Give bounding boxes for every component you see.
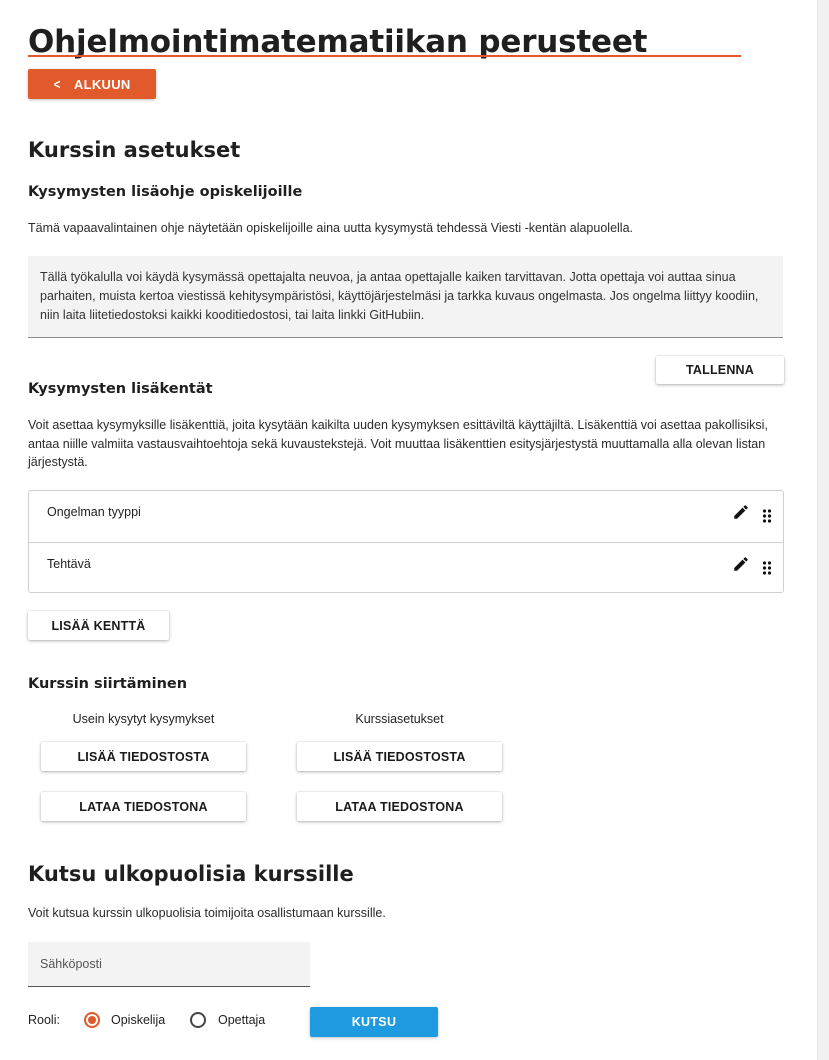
fields-list: Ongelman tyyppi Tehtävä: [28, 490, 784, 593]
faq-import-button[interactable]: LISÄÄ TIEDOSTOSTA: [41, 742, 246, 771]
fields-heading: Kysymysten lisäkentät: [28, 381, 213, 397]
settings-heading: Kurssin asetukset: [28, 138, 241, 162]
save-instructions-button[interactable]: TALLENNA: [656, 356, 784, 384]
role-label-student: Opiskelija: [111, 1013, 166, 1027]
invite-description: Voit kutsua kurssin ulkopuolisia toimijo…: [28, 906, 386, 920]
field-name: Tehtävä: [47, 557, 91, 571]
role-radio-teacher[interactable]: [190, 1012, 206, 1028]
back-button-label: ALKUUN: [73, 76, 131, 92]
chevron-left-icon: <: [54, 76, 62, 92]
invite-button[interactable]: KUTSU: [310, 1007, 438, 1037]
faq-column-label: Usein kysytyt kysymykset: [72, 712, 215, 726]
settings-import-button[interactable]: LISÄÄ TIEDOSTOSTA: [297, 742, 502, 771]
invite-heading: Kutsu ulkopuolisia kurssille: [28, 862, 354, 886]
fields-description: Voit asettaa kysymyksille lisäkenttiä, j…: [28, 418, 768, 469]
back-button[interactable]: < ALKUUN: [28, 69, 156, 99]
role-label-teacher: Opettaja: [218, 1013, 266, 1027]
drag-handle-icon[interactable]: [762, 509, 772, 523]
instructions-textarea[interactable]: Tällä työkalulla voi käydä kysymässä ope…: [28, 256, 783, 338]
pencil-icon[interactable]: [732, 555, 750, 573]
settings-column-label: Kurssiasetukset: [355, 712, 444, 726]
instructions-description: Tämä vapaavalintainen ohje näytetään opi…: [28, 221, 633, 235]
field-name: Ongelman tyyppi: [47, 505, 141, 519]
field-row[interactable]: Tehtävä: [29, 542, 783, 593]
pencil-icon[interactable]: [732, 503, 750, 521]
role-radio-student[interactable]: [84, 1012, 100, 1028]
title-underline: [28, 55, 741, 57]
scrollbar-track[interactable]: [817, 0, 829, 1060]
instructions-heading: Kysymysten lisäohje opiskelijoille: [28, 184, 303, 200]
add-field-button[interactable]: LISÄÄ KENTTÄ: [28, 611, 169, 640]
field-row[interactable]: Ongelman tyyppi: [29, 491, 783, 542]
email-input[interactable]: [28, 942, 310, 987]
faq-export-button[interactable]: LATAA TIEDOSTONA: [41, 792, 246, 821]
role-label: Rooli:: [28, 1013, 60, 1027]
transfer-heading: Kurssin siirtäminen: [28, 676, 188, 692]
settings-export-button[interactable]: LATAA TIEDOSTONA: [297, 792, 502, 821]
drag-handle-icon[interactable]: [762, 561, 772, 575]
